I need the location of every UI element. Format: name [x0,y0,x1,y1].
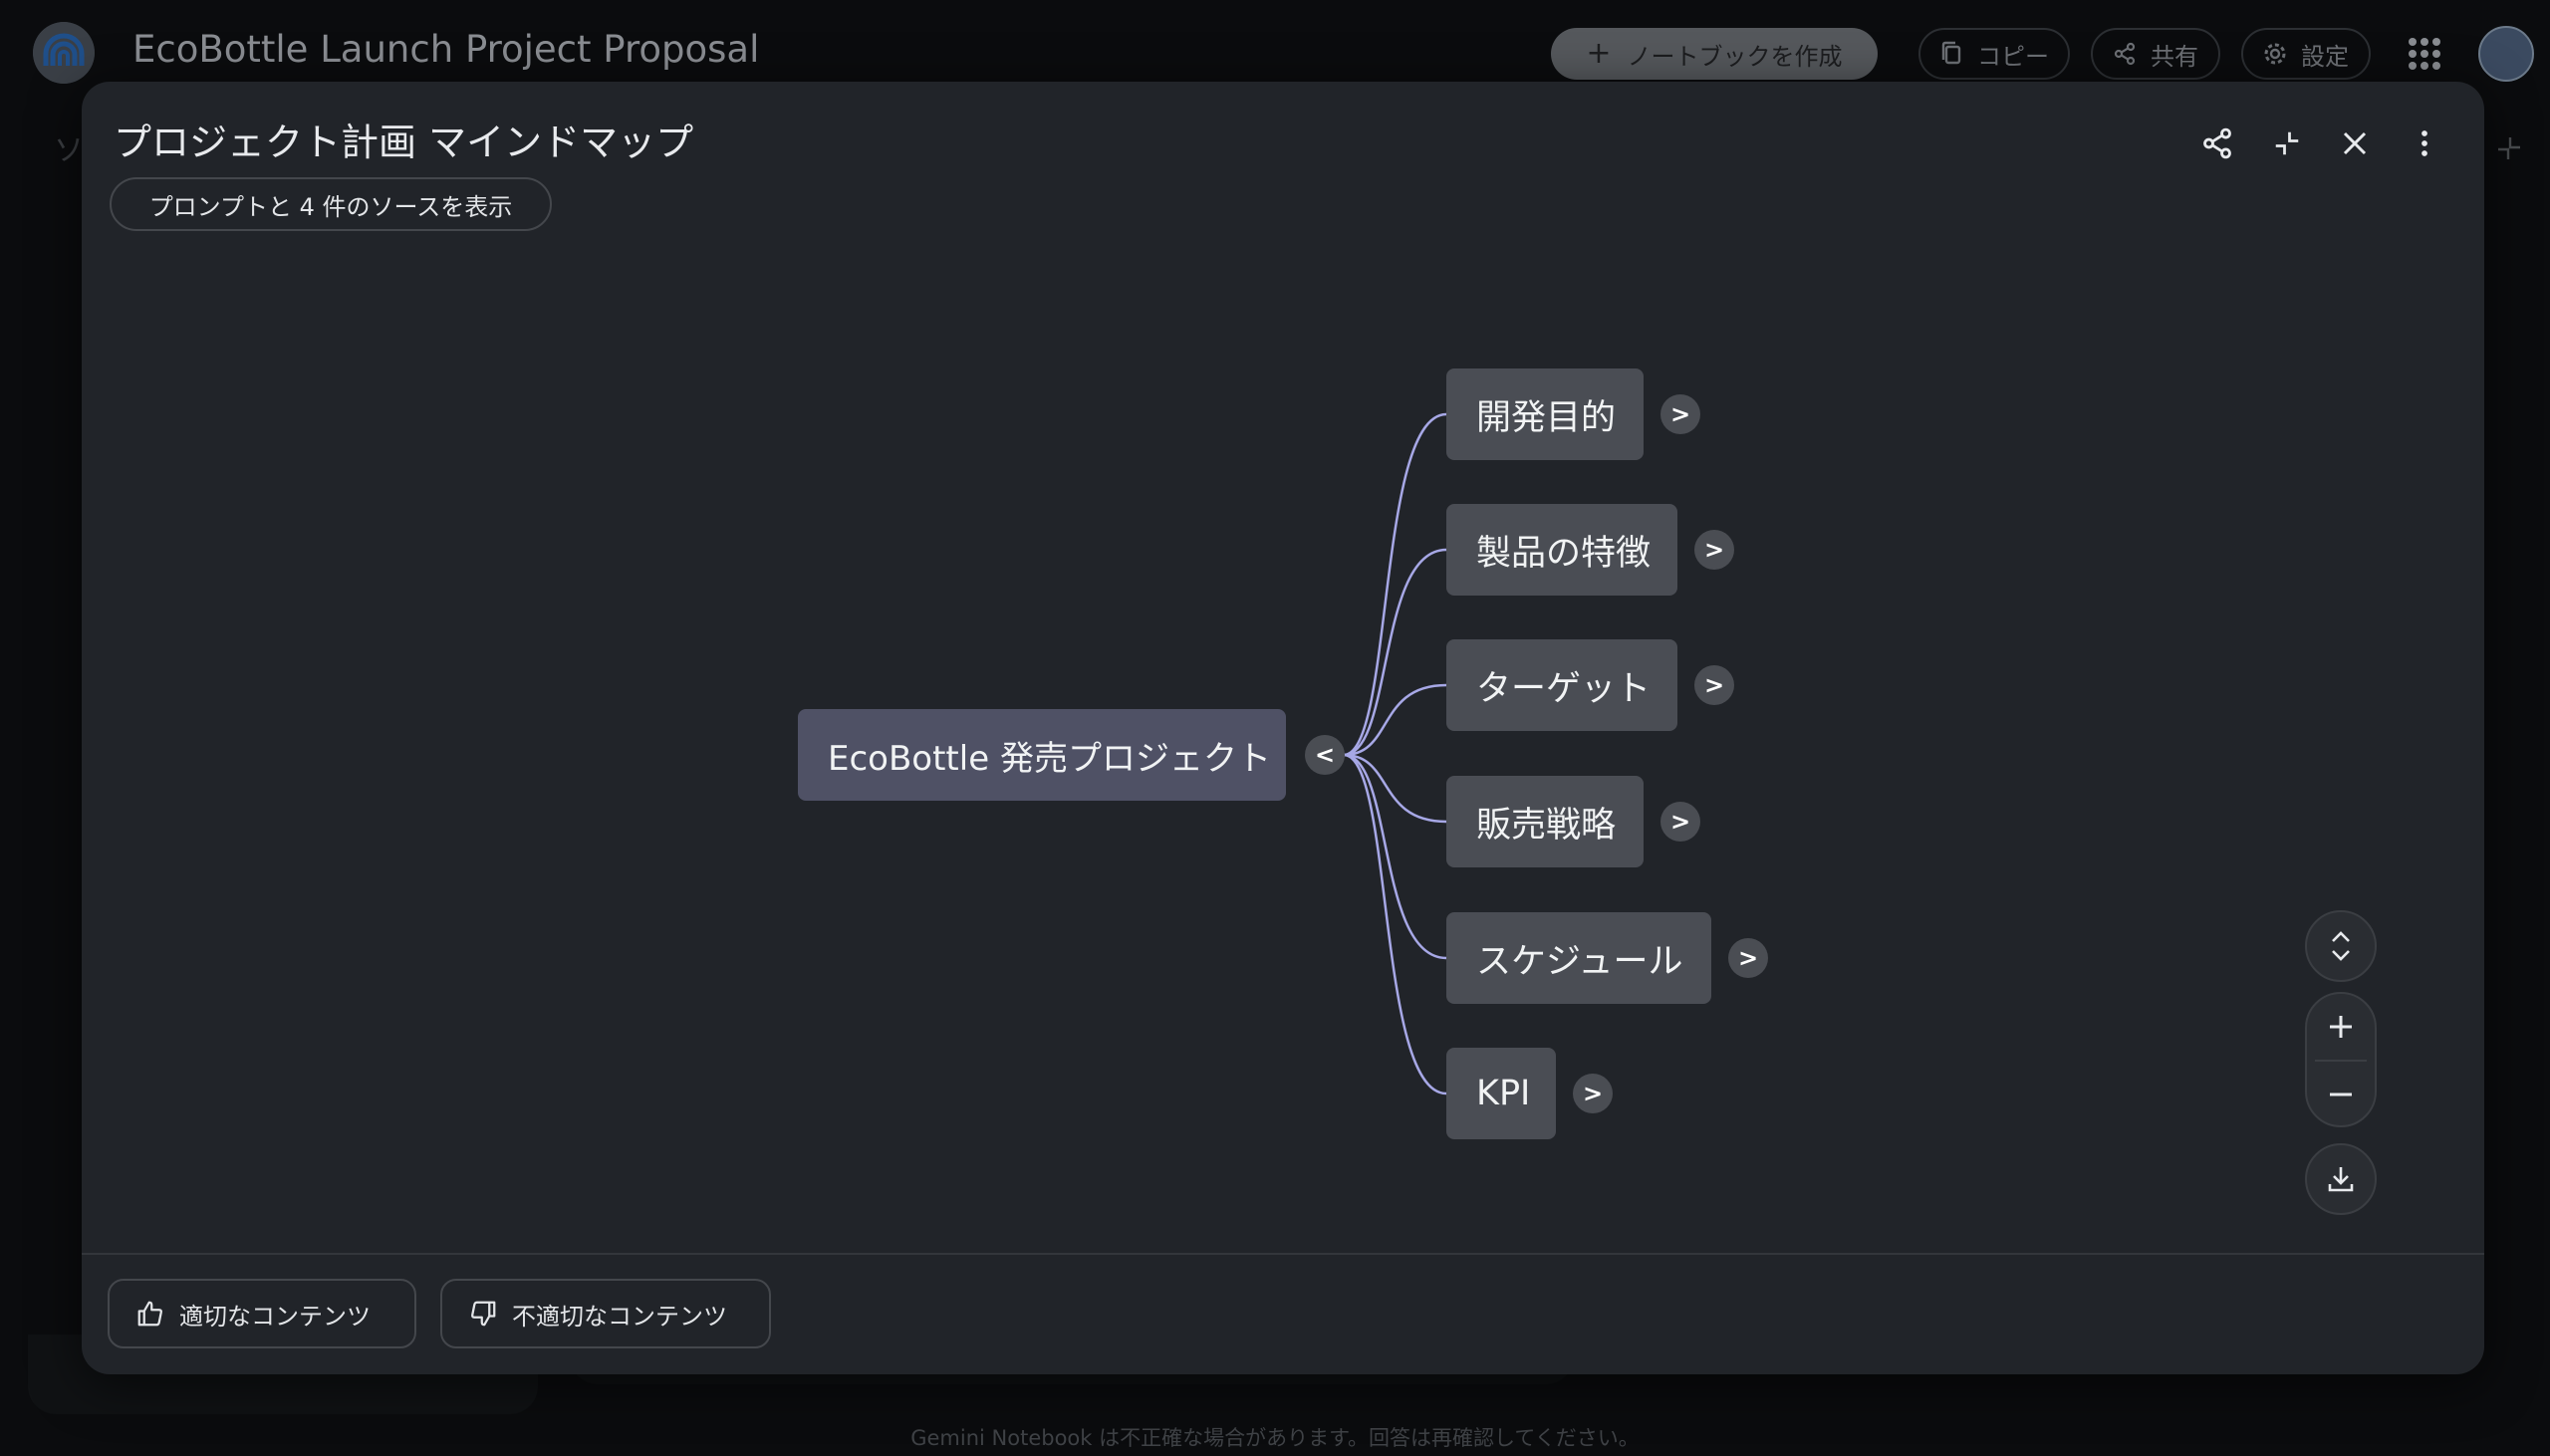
settings-button[interactable]: 設定 [2241,28,2371,80]
mindmap-node-schedule[interactable]: スケジュール [1446,912,1711,1004]
unfold-icon [2332,931,2350,961]
create-notebook-button[interactable]: + ノートブックを作成 [1551,28,1878,80]
mindmap-node-target[interactable]: ターゲット [1446,639,1677,731]
minimize-icon [2498,137,2520,159]
share-button[interactable]: 共有 [2091,28,2220,80]
avatar[interactable] [2478,26,2534,82]
logo-icon [33,22,95,84]
download-icon [2328,1167,2354,1192]
expand-toggle[interactable]: > [1728,938,1768,978]
mindmap-node-product-features[interactable]: 製品の特徴 [1446,504,1677,596]
footer-divider [82,1253,2484,1255]
plus-icon [2330,1016,2352,1038]
bad-content-button[interactable]: 不適切なコンテンツ [440,1279,771,1348]
expand-toggle[interactable]: > [1694,530,1734,570]
mindmap-dialog: プロジェクト計画 マインドマップ プロンプトと 4 件のソースを表示 EcoBo… [82,82,2484,1374]
zoom-in-button[interactable] [2307,994,2375,1060]
expand-toggle[interactable]: > [1660,394,1700,434]
minus-icon [2330,1092,2352,1096]
mindmap-root-node[interactable]: EcoBottle 発売プロジェクト [798,709,1286,801]
mindmap-edge [1343,753,1447,960]
mindmap-node-development-goal[interactable]: 開発目的 [1446,368,1644,460]
zoom-controls [2305,992,2377,1127]
background-panel-glyph: ソ [54,133,84,168]
expand-toggle[interactable]: > [1694,665,1734,705]
expand-collapse-all-button[interactable] [2305,910,2377,982]
mindmap-node-sales-strategy[interactable]: 販売戦略 [1446,776,1644,867]
download-button[interactable] [2305,1143,2377,1215]
app-logo[interactable] [33,22,95,84]
plus-icon: + [1586,36,1612,71]
good-content-button[interactable]: 適切なコンテンツ [108,1279,416,1348]
thumbs-down-icon [471,1301,496,1327]
mindmap-edge [1343,683,1447,757]
notebook-title[interactable]: EcoBottle Launch Project Proposal [132,28,759,71]
mindmap-edge [1343,548,1447,757]
apps-grid-icon[interactable] [2405,34,2444,74]
mindmap-node-kpi[interactable]: KPI [1446,1048,1556,1139]
expand-toggle[interactable]: > [1660,802,1700,842]
mindmap-edge [1343,753,1447,1095]
mindmap-edges [1343,412,1447,1095]
collapse-root-toggle[interactable]: < [1305,735,1345,775]
copy-icon [1941,41,1961,65]
disclaimer-text: Gemini Notebook は不正確な場合があります。回答は再確認してくださ… [910,1426,1640,1450]
zoom-out-button[interactable] [2307,1062,2375,1127]
gear-icon [2264,43,2286,65]
share-icon [2114,42,2136,66]
thumbs-up-icon [137,1301,162,1327]
mindmap-edge [1343,412,1447,757]
copy-button[interactable]: コピー [1918,28,2070,80]
expand-toggle[interactable]: > [1573,1074,1613,1113]
